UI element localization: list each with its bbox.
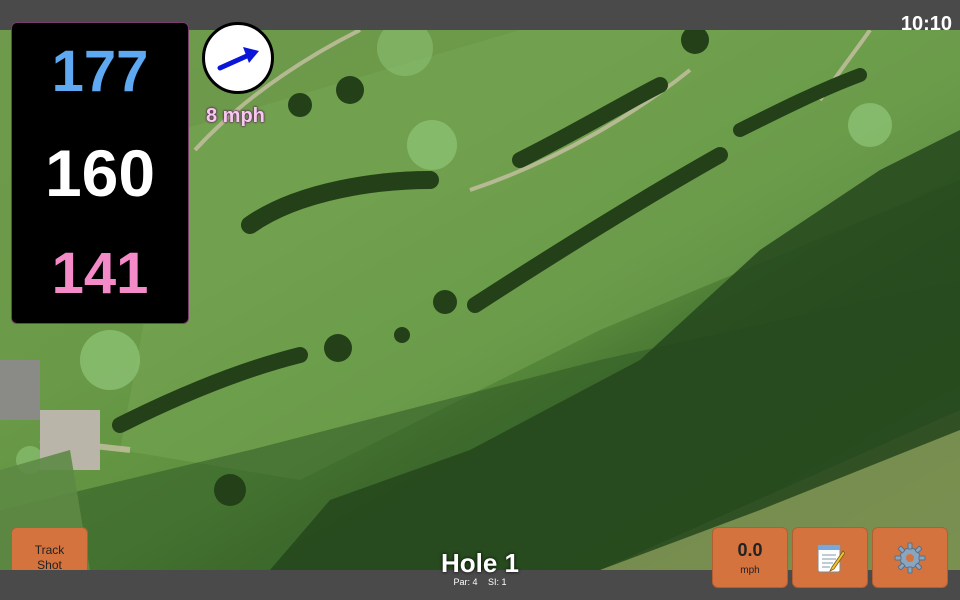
speed-unit: mph xyxy=(740,564,760,576)
hole-si: SI: 1 xyxy=(488,577,507,587)
distance-panel: 177 160 141 xyxy=(11,22,189,324)
speed-value: 0.0 xyxy=(737,539,763,560)
center-distance: 160 xyxy=(44,135,156,210)
wind-arrow-icon xyxy=(217,47,259,71)
gear-icon xyxy=(894,542,926,573)
hole-par: Par: 4 xyxy=(453,577,478,587)
back-distance: 177 xyxy=(51,38,149,104)
hole-title: Hole 1 xyxy=(440,548,520,578)
hole-info: Par: 4 SI: 1 xyxy=(380,577,580,587)
wind-indicator xyxy=(202,22,274,94)
front-distance: 141 xyxy=(51,241,149,307)
settings-button[interactable] xyxy=(872,527,948,588)
wind-speed: 8 mph xyxy=(206,105,265,127)
notepad-icon xyxy=(817,544,845,572)
speed-button[interactable]: 0.0 mph xyxy=(712,527,788,588)
track-shot-label-line1: Track xyxy=(34,543,65,558)
notes-button[interactable] xyxy=(792,527,868,588)
